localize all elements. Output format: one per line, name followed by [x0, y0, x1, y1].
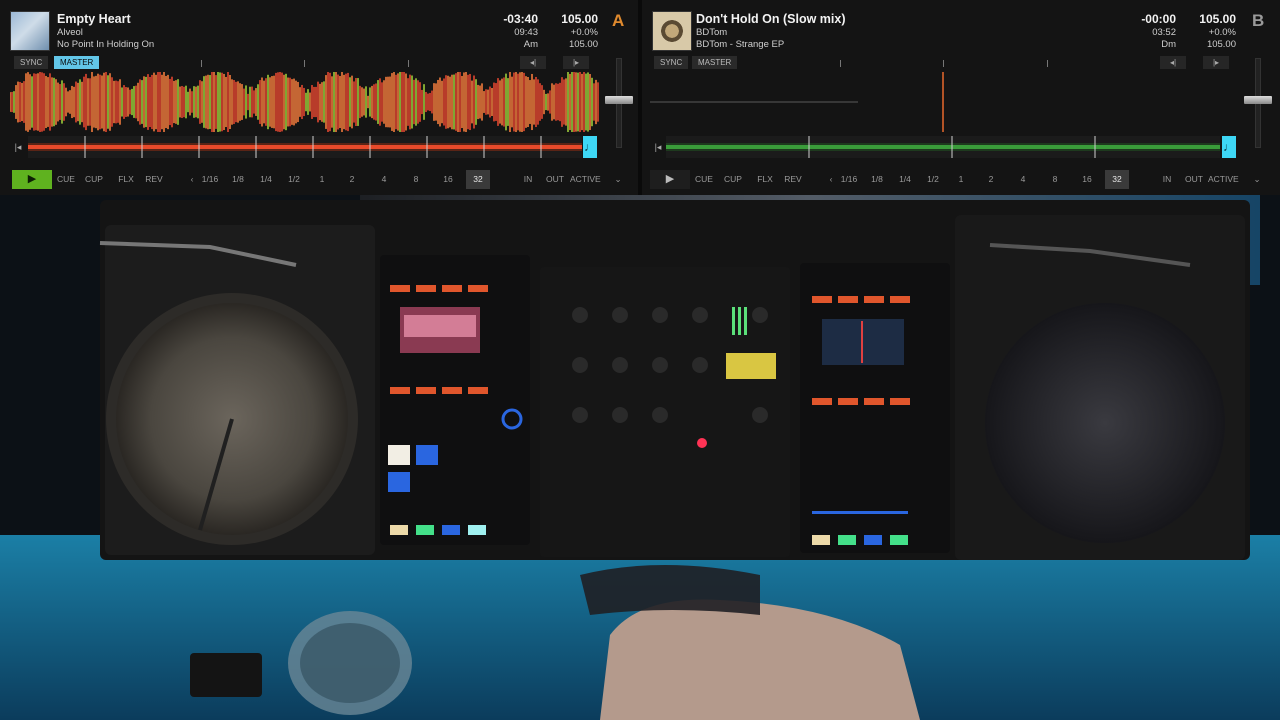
- loop-next-icon[interactable]: ›: [474, 170, 484, 189]
- loop-out-button-a[interactable]: OUT: [545, 170, 565, 189]
- loop-size-button[interactable]: 1: [310, 170, 334, 189]
- tempo-a: 105.00: [568, 39, 598, 50]
- track-album-b: BDTom - Strange EP: [696, 39, 785, 50]
- deck-letter-a[interactable]: A: [612, 11, 624, 31]
- loop-in-button-a[interactable]: IN: [519, 170, 537, 189]
- to-start-icon[interactable]: |◂: [652, 139, 664, 155]
- loop-size-button[interactable]: 8: [402, 170, 430, 189]
- tempo-b: 105.00: [1206, 39, 1236, 50]
- cup-button-b[interactable]: CUP: [722, 170, 744, 189]
- total-time-b: 03:52: [1152, 27, 1176, 38]
- deck-letter-b[interactable]: B: [1252, 11, 1264, 31]
- loop-size-button[interactable]: 1/16: [837, 170, 861, 189]
- remaining-time-a: -03:40: [503, 12, 538, 26]
- overview-played: [666, 145, 1220, 149]
- play-button-b[interactable]: ▶: [650, 170, 690, 189]
- album-art-a: [10, 11, 50, 51]
- beat-tick: [1047, 60, 1048, 67]
- beatjump-forward-icon[interactable]: |▸: [1203, 56, 1229, 69]
- loop-size-button[interactable]: 4: [1009, 170, 1037, 189]
- loop-size-button[interactable]: 16: [434, 170, 462, 189]
- flux-button-b[interactable]: FLX: [755, 170, 775, 189]
- key-a: Am: [523, 39, 538, 50]
- remaining-time-b: -00:00: [1141, 12, 1176, 26]
- deck-menu-icon[interactable]: ⌄: [611, 170, 625, 189]
- loop-size-button[interactable]: 1/4: [893, 170, 917, 189]
- loop-size-button[interactable]: 4: [370, 170, 398, 189]
- loop-size-button[interactable]: 1/8: [226, 170, 250, 189]
- reverse-button-b[interactable]: REV: [782, 170, 804, 189]
- overview-played: [28, 145, 582, 149]
- album-art-b: [652, 11, 692, 51]
- beatjump-forward-icon[interactable]: |▸: [563, 56, 589, 69]
- loop-size-button[interactable]: 8: [1041, 170, 1069, 189]
- beat-tick: [943, 60, 944, 67]
- loop-in-button-b[interactable]: IN: [1158, 170, 1176, 189]
- key-b: Dm: [1161, 39, 1176, 50]
- loop-size-button[interactable]: 2: [338, 170, 366, 189]
- loop-size-button[interactable]: 1/2: [282, 170, 306, 189]
- loop-size-button[interactable]: 1/16: [198, 170, 222, 189]
- loop-active-button-a[interactable]: ACTIVE: [570, 170, 601, 189]
- deck-menu-icon[interactable]: ⌄: [1250, 170, 1264, 189]
- tempo-fader-cap-b[interactable]: [1244, 96, 1272, 104]
- pitch-b: +0.0%: [1208, 27, 1236, 38]
- loop-prev-icon[interactable]: ‹: [187, 170, 197, 189]
- tempo-fader-cap-a[interactable]: [605, 96, 633, 104]
- cue-button-b[interactable]: CUE: [694, 170, 714, 189]
- reverse-button-a[interactable]: REV: [143, 170, 165, 189]
- loop-size-button[interactable]: 1/2: [921, 170, 945, 189]
- beatjump-back-icon[interactable]: ◂|: [520, 56, 546, 69]
- track-artist-a: Alveol: [57, 27, 83, 38]
- loop-size-button[interactable]: 1/8: [865, 170, 889, 189]
- loop-prev-icon[interactable]: ‹: [826, 170, 836, 189]
- bpm-b: 105.00: [1199, 12, 1236, 26]
- deck-b: Don't Hold On (Slow mix) BDTom BDTom - S…: [642, 0, 1280, 195]
- dj-setup-illustration: [0, 195, 1280, 720]
- beat-tick: [304, 60, 305, 67]
- to-start-icon[interactable]: |◂: [12, 139, 24, 155]
- pitch-a: +0.0%: [570, 27, 598, 38]
- cup-button-a[interactable]: CUP: [83, 170, 105, 189]
- loop-size-button[interactable]: 2: [977, 170, 1005, 189]
- end-marker-icon[interactable]: ♩: [1222, 136, 1236, 158]
- track-album-a: No Point In Holding On: [57, 39, 155, 50]
- hardware-camera-feed: [0, 195, 1280, 720]
- track-title-a: Empty Heart: [57, 12, 131, 26]
- cue-button-a[interactable]: CUE: [56, 170, 76, 189]
- bpm-a: 105.00: [561, 12, 598, 26]
- sync-button-b[interactable]: SYNC: [654, 56, 689, 69]
- beat-tick: [840, 60, 841, 67]
- master-button-a[interactable]: MASTER: [54, 56, 100, 69]
- loop-size-button[interactable]: 1: [949, 170, 973, 189]
- end-marker-icon[interactable]: ♩: [583, 136, 597, 158]
- track-title-b: Don't Hold On (Slow mix): [696, 12, 846, 26]
- waveform-a[interactable]: [10, 72, 600, 132]
- beat-tick: [408, 60, 409, 67]
- loop-out-button-b[interactable]: OUT: [1184, 170, 1204, 189]
- play-button-a[interactable]: ▶: [12, 170, 52, 189]
- loop-next-icon[interactable]: ›: [1113, 170, 1123, 189]
- beatjump-back-icon[interactable]: ◂|: [1160, 56, 1186, 69]
- master-button-b[interactable]: MASTER: [692, 56, 738, 69]
- sync-button-a[interactable]: SYNC: [14, 56, 49, 69]
- track-artist-b: BDTom: [696, 27, 728, 38]
- beat-tick: [201, 60, 202, 67]
- total-time-a: 09:43: [514, 27, 538, 38]
- loop-active-button-b[interactable]: ACTIVE: [1208, 170, 1239, 189]
- loop-size-button[interactable]: 1/4: [254, 170, 278, 189]
- loop-size-button[interactable]: 16: [1073, 170, 1101, 189]
- waveform-b[interactable]: [650, 72, 1240, 132]
- deck-a: Empty Heart Alveol No Point In Holding O…: [0, 0, 638, 195]
- flux-button-a[interactable]: FLX: [116, 170, 136, 189]
- track-overview-a[interactable]: [28, 136, 582, 158]
- track-overview-b[interactable]: [666, 136, 1220, 158]
